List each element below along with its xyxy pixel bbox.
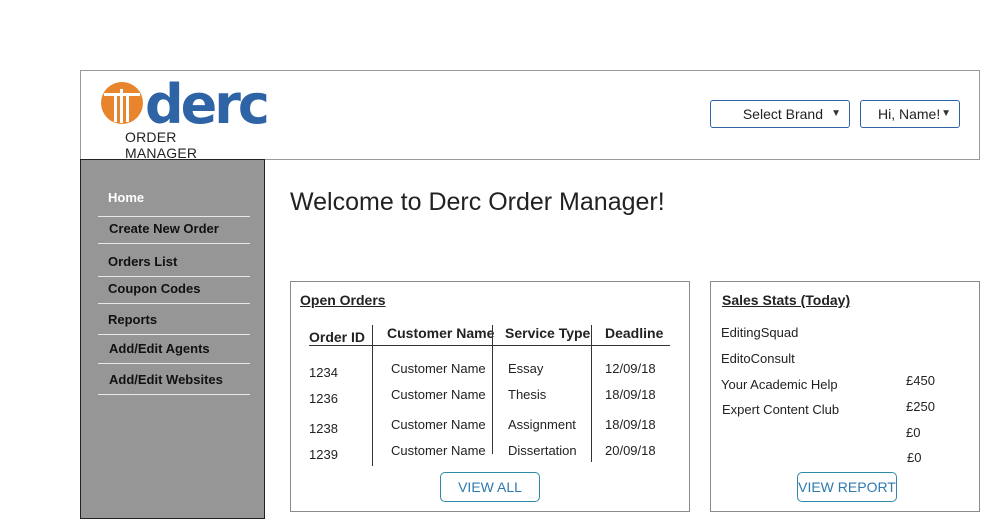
sidebar-item-label: Orders List [108, 254, 178, 269]
column-divider [372, 325, 373, 466]
service-type-cell: Thesis [508, 387, 547, 402]
order-id-cell[interactable]: 1238 [309, 421, 338, 436]
sidebar-nav: Home Create New Order Orders List Coupon… [80, 159, 265, 519]
service-type-cell: Dissertation [508, 443, 577, 458]
deadline-cell: 18/09/18 [605, 387, 656, 402]
open-orders-panel: Open Orders Order ID Customer Name Servi… [290, 281, 690, 512]
sidebar-item-home[interactable]: Home [98, 190, 250, 210]
order-id-cell[interactable]: 1239 [309, 447, 338, 462]
site-name: EditingSquad [721, 325, 799, 340]
table-header-rule [309, 345, 670, 346]
deadline-cell: 20/09/18 [605, 443, 656, 458]
site-name: EditoConsult [721, 351, 795, 366]
customer-name-cell: Customer Name [391, 443, 486, 458]
sales-amount: £0 [906, 425, 921, 440]
divider [98, 243, 250, 244]
column-header-customer-name: Customer Name [387, 325, 495, 341]
deadline-cell: 18/09/18 [605, 417, 656, 432]
sidebar-item-label: Home [108, 190, 145, 205]
customer-name-cell: Customer Name [391, 387, 486, 402]
sales-amount: £250 [906, 399, 935, 414]
chevron-down-icon: ▼ [941, 108, 951, 119]
sales-stats-title: Sales Stats (Today) [722, 292, 851, 308]
divider [98, 276, 250, 277]
customer-name-cell: Customer Name [391, 417, 486, 432]
user-menu[interactable]: Hi, Name! ▼ [860, 100, 960, 128]
deadline-cell: 12/09/18 [605, 361, 656, 376]
divider [98, 334, 250, 335]
sidebar-item-create-new-order[interactable]: Create New Order [98, 221, 250, 241]
column-header-service-type: Service Type [505, 325, 591, 341]
brand-select[interactable]: Select Brand ▼ [710, 100, 850, 128]
divider [98, 394, 250, 395]
view-all-button[interactable]: VIEW ALL [440, 472, 540, 502]
column-divider [591, 325, 592, 462]
service-type-cell: Assignment [508, 417, 576, 432]
app-header: derc ORDER MANAGER Select Brand ▼ Hi, Na… [80, 70, 980, 161]
sidebar-item-label: Coupon Codes [108, 281, 201, 296]
divider [98, 363, 250, 364]
column-header-order-id: Order ID [309, 329, 366, 345]
service-type-cell: Essay [508, 361, 544, 376]
site-name: Your Academic Help [721, 377, 838, 392]
order-id-cell[interactable]: 1234 [309, 365, 338, 380]
customer-name-cell: Customer Name [391, 361, 486, 376]
sidebar-item-add-edit-agents[interactable]: Add/Edit Agents [98, 341, 250, 361]
sidebar-item-coupon-codes[interactable]: Coupon Codes [98, 281, 250, 301]
logo-wordmark: derc [145, 73, 270, 136]
view-report-button[interactable]: VIEW REPORT [797, 472, 897, 502]
sidebar-item-label: Add/Edit Websites [109, 372, 223, 387]
logo-subtitle: ORDER MANAGER [125, 129, 198, 161]
derc-logo[interactable]: derc ORDER MANAGER [100, 73, 270, 161]
order-id-cell[interactable]: 1236 [309, 391, 338, 406]
brand-select-label: Select Brand [742, 106, 823, 122]
sidebar-item-label: Create New Order [109, 221, 219, 236]
divider [98, 216, 250, 217]
sidebar-item-add-edit-websites[interactable]: Add/Edit Websites [98, 372, 250, 392]
divider [98, 303, 250, 304]
sidebar-item-label: Add/Edit Agents [109, 341, 210, 356]
sales-amount: £0 [907, 450, 922, 465]
page-title: Welcome to Derc Order Manager! [290, 188, 665, 216]
column-divider [492, 325, 493, 454]
open-orders-title: Open Orders [300, 292, 386, 308]
column-header-deadline: Deadline [605, 325, 664, 341]
sidebar-item-orders-list[interactable]: Orders List [98, 254, 250, 274]
site-name: Expert Content Club [722, 402, 840, 417]
logo-mark-icon [101, 82, 143, 124]
sales-stats-panel: Sales Stats (Today) EditingSquad EditoCo… [710, 281, 980, 512]
sidebar-item-reports[interactable]: Reports [98, 312, 250, 332]
chevron-down-icon: ▼ [831, 108, 841, 119]
sidebar-item-label: Reports [108, 312, 158, 327]
sales-amount: £450 [906, 373, 935, 388]
